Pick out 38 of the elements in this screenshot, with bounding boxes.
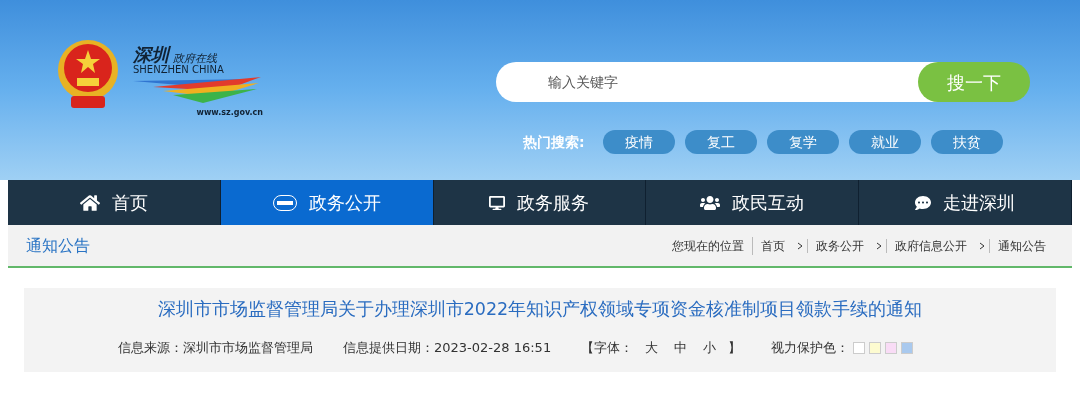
nav-tab[interactable]: 政务公开: [220, 180, 434, 225]
chevron-icon: [979, 241, 985, 250]
color-swatch[interactable]: [901, 342, 914, 354]
hot-tag[interactable]: 就业: [848, 130, 921, 154]
logo-url: www.sz.gov.cn: [196, 106, 263, 119]
section-title: 通知公告: [26, 234, 90, 257]
publish-date: 信息提供日期：2023-02-28 16:51: [343, 339, 552, 358]
article-title: 深圳市市场监督管理局关于办理深圳市2022年知识产权领域专项资金核准制项目领款手续的通知: [157, 298, 923, 321]
color-swatch[interactable]: [885, 342, 898, 354]
hot-tag[interactable]: 扶贫: [930, 130, 1003, 154]
bracket-close: 】: [728, 339, 742, 358]
breadcrumb-link[interactable]: 首页: [753, 236, 793, 255]
font-size-link[interactable]: 中: [670, 338, 692, 358]
breadcrumb-link[interactable]: 通知公告: [990, 236, 1054, 255]
hot-tag[interactable]: 疫情: [602, 130, 675, 154]
logo-text: 深圳: [133, 46, 169, 64]
eye-protection-label: 视力保护色：: [771, 339, 850, 358]
chat-icon: [915, 194, 932, 211]
breadcrumb-link[interactable]: 政府信息公开: [887, 236, 975, 255]
hot-tag[interactable]: 复学: [766, 130, 839, 154]
breadcrumb-link[interactable]: 政务公开: [808, 236, 872, 255]
hot-tag[interactable]: 复工: [684, 130, 757, 154]
search-field[interactable]: 输入关键字: [496, 62, 938, 102]
logo-subtext: 政府在线: [173, 53, 217, 64]
monitor-icon: [489, 194, 506, 211]
font-size-label: 【字体：: [581, 339, 634, 358]
logo-latin: SHENZHEN CHINA: [133, 64, 225, 77]
chevron-icon: [797, 241, 803, 250]
home-icon: [79, 192, 100, 213]
font-size-link[interactable]: 小: [699, 338, 721, 358]
color-swatch[interactable]: [853, 342, 866, 354]
info-source: 信息来源：深圳市市场监督管理局: [118, 339, 313, 358]
emblem-icon: [55, 38, 121, 110]
chevron-icon: [876, 241, 882, 250]
font-size-link[interactable]: 大: [641, 338, 663, 358]
color-swatch[interactable]: [869, 342, 882, 354]
hot-search-label: 热门搜索:: [523, 132, 585, 152]
breadcrumb-label: 您现在的位置: [672, 236, 753, 255]
